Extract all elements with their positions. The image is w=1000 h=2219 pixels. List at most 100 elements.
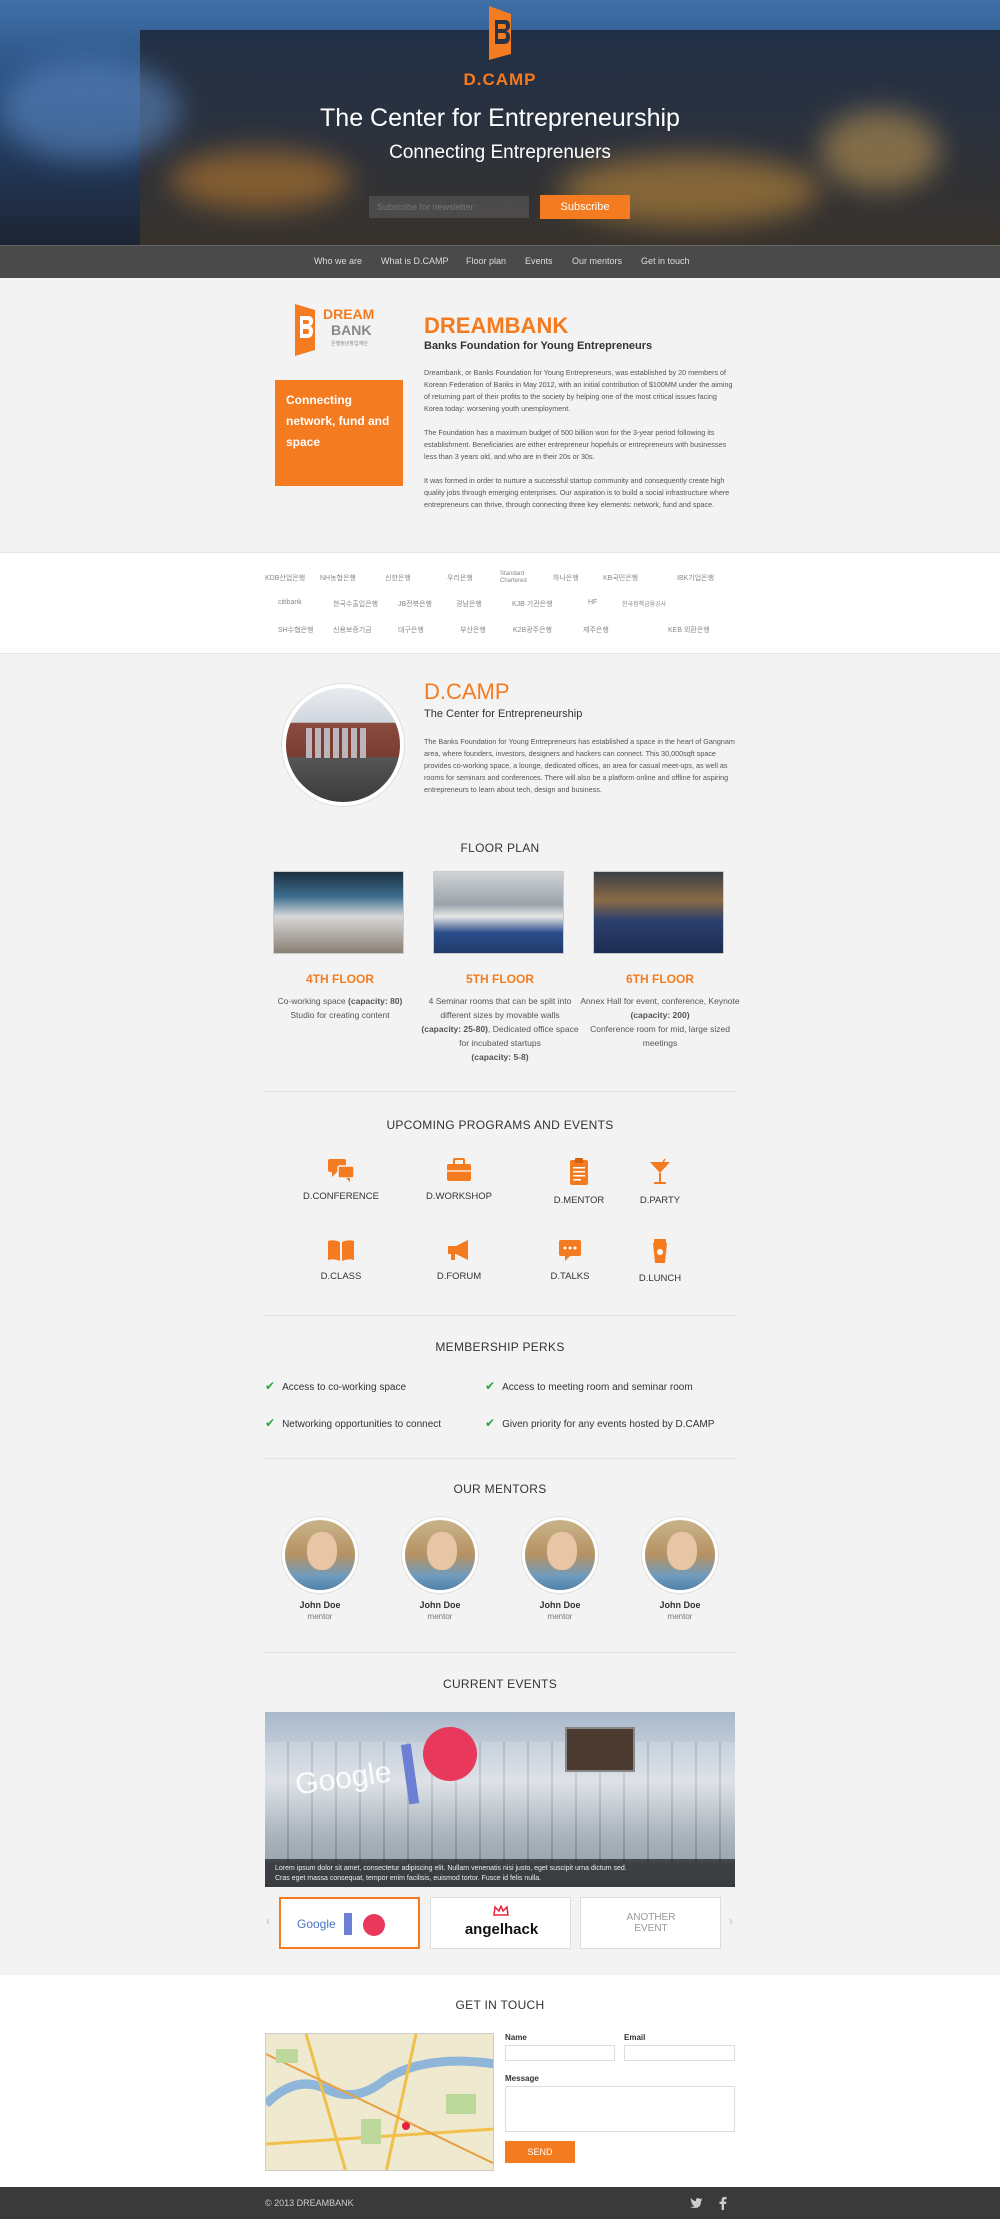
bank-logo: 한국정책금융공사: [622, 602, 667, 608]
dreambank-subtitle: Banks Foundation for Young Entrepreneurs: [424, 340, 653, 352]
check-icon: ✔: [485, 1416, 496, 1430]
clipboard-icon: [570, 1158, 588, 1185]
mentor-name: John Doe: [539, 1600, 581, 1610]
current-event-caption: Lorem ipsum dolor sit amet, consectetur …: [265, 1859, 735, 1887]
floor-4-photo: [273, 871, 404, 954]
program-d-lunch[interactable]: D.LUNCH: [605, 1237, 715, 1284]
bank-logo: HF: [588, 599, 598, 606]
bank-logo: KJB 기관은행: [512, 601, 553, 608]
crown-icon: [493, 1905, 509, 1916]
dcamp-logo-icon[interactable]: [479, 4, 521, 62]
mentor-role: mentor: [427, 1612, 453, 1621]
program-label: D.FORUM: [436, 1271, 482, 1282]
program-d-forum[interactable]: D.FORUM: [404, 1237, 514, 1282]
floor-6-photo: [593, 871, 724, 954]
dcamp-description: The Banks Foundation for Young Entrepren…: [424, 737, 735, 794]
program-d-conference[interactable]: D.CONFERENCE: [286, 1157, 396, 1202]
bank-logo: 한국수출입은행: [333, 601, 379, 608]
nav-item-who-we-are[interactable]: Who we are: [314, 256, 362, 266]
nav-item-events[interactable]: Events: [525, 256, 553, 266]
map-graphic: [266, 2034, 493, 2170]
chevron-left-icon[interactable]: ‹: [266, 1914, 270, 1928]
send-button[interactable]: SEND: [505, 2141, 575, 2163]
program-label: D.PARTY: [639, 1195, 681, 1206]
chat-bubbles-icon: [328, 1159, 355, 1182]
hero-banner: D.CAMP The Center for Entrepreneurship C…: [0, 0, 1000, 245]
book-icon: [328, 1240, 354, 1261]
check-icon: ✔: [265, 1416, 276, 1430]
nav-item-floor-plan[interactable]: Floor plan: [466, 256, 506, 266]
program-label: D.CONFERENCE: [302, 1191, 379, 1202]
briefcase-icon: [447, 1158, 471, 1181]
mentor-role: mentor: [307, 1612, 333, 1621]
email-label: Email: [624, 2033, 646, 2042]
message-field[interactable]: [505, 2086, 735, 2132]
bank-logo: NH농협은행: [320, 575, 356, 582]
program-d-class[interactable]: D.CLASS: [286, 1237, 396, 1282]
subscribe-button[interactable]: Subscribe: [540, 195, 630, 219]
bank-logo: 경남은행: [456, 601, 482, 608]
mentors-heading: OUR MENTORS: [453, 1482, 547, 1496]
location-map[interactable]: [265, 2033, 494, 2171]
name-field[interactable]: [505, 2045, 615, 2061]
facebook-icon[interactable]: [718, 2196, 728, 2210]
dreambank-logo-icon: [295, 304, 315, 356]
bank-logo: K2B광주은행: [513, 627, 552, 634]
program-d-party[interactable]: D.PARTY: [605, 1157, 715, 1206]
program-d-workshop[interactable]: D.WORKSHOP: [404, 1157, 514, 1202]
bank-logo: 대구은행: [398, 627, 424, 634]
newsletter-email-input[interactable]: [369, 196, 529, 218]
floor-4-title: 4TH FLOOR: [306, 972, 374, 986]
brand-name: D.CAMP: [463, 70, 537, 89]
nav-item-our-mentors[interactable]: Our mentors: [572, 256, 622, 266]
dreambank-paragraph-3: It was formed in order to nurture a succ…: [424, 476, 730, 509]
mentor-card[interactable]: John Doe mentor: [630, 1517, 730, 1621]
chevron-right-icon[interactable]: ›: [729, 1914, 733, 1928]
event-thumb-angelhack[interactable]: angelhack: [430, 1897, 571, 1949]
mentor-avatar: [642, 1517, 718, 1593]
bank-logo: 신한은행: [385, 575, 411, 582]
bank-logo: KDB산업은행: [265, 575, 306, 582]
bank-logo: 하나은행: [553, 575, 579, 582]
section-divider: [264, 1458, 736, 1459]
bank-logo: citibank: [278, 599, 302, 606]
dreambank-logo-word1: DREAM: [323, 306, 375, 322]
bank-logo: Standard Chartered: [500, 571, 527, 584]
perk-item: ✔ Networking opportunities to connect: [265, 1416, 442, 1430]
speech-bubble-icon: [559, 1240, 581, 1261]
program-label: D.LUNCH: [638, 1273, 682, 1284]
floor-5-title: 5TH FLOOR: [466, 972, 534, 986]
partner-banks-band: KDB산업은행 NH농협은행 신한은행 우리은행 Standard Charte…: [0, 552, 1000, 654]
mentor-card[interactable]: John Doe mentor: [510, 1517, 610, 1621]
perk-item: ✔ Access to co-working space: [265, 1379, 407, 1393]
nav-item-what-is-dcamp[interactable]: What is D.CAMP: [381, 256, 449, 266]
mentor-card[interactable]: John Doe mentor: [270, 1517, 370, 1621]
mentor-avatar: [522, 1517, 598, 1593]
current-event-photo[interactable]: Google Lorem ipsum dolor sit amet, conse…: [265, 1712, 735, 1887]
check-icon: ✔: [485, 1379, 496, 1393]
hero-title: The Center for Entrepreneurship: [320, 104, 680, 132]
floor-5-photo: [433, 871, 564, 954]
event-thumb-google[interactable]: Google: [279, 1897, 420, 1949]
mentor-avatar: [282, 1517, 358, 1593]
program-label: D.CLASS: [320, 1271, 362, 1282]
mentor-name: John Doe: [659, 1600, 701, 1610]
check-icon: ✔: [265, 1379, 276, 1393]
programs-heading: UPCOMING PROGRAMS AND EVENTS: [386, 1118, 614, 1132]
twitter-icon[interactable]: [690, 2197, 704, 2209]
dreambank-title: DREAMBANK: [424, 313, 569, 338]
mentor-card[interactable]: John Doe mentor: [390, 1517, 490, 1621]
footer-copyright: © 2013 DREAMBANK: [265, 2198, 354, 2208]
event-thumb-another[interactable]: ANOTHER EVENT: [580, 1897, 721, 1949]
bank-logo: 부산은행: [460, 627, 486, 634]
perks-heading: MEMBERSHIP PERKS: [435, 1340, 565, 1354]
perk-item: ✔ Access to meeting room and seminar room: [485, 1379, 693, 1393]
email-field[interactable]: [624, 2045, 735, 2061]
nav-item-get-in-touch[interactable]: Get in touch: [641, 256, 690, 266]
mentor-name: John Doe: [419, 1600, 461, 1610]
footer: © 2013 DREAMBANK: [0, 2187, 1000, 2219]
bank-logo: 제주은행: [583, 627, 609, 634]
mentor-role: mentor: [667, 1612, 693, 1621]
cocktail-icon: [650, 1158, 670, 1184]
message-label: Message: [505, 2074, 539, 2083]
